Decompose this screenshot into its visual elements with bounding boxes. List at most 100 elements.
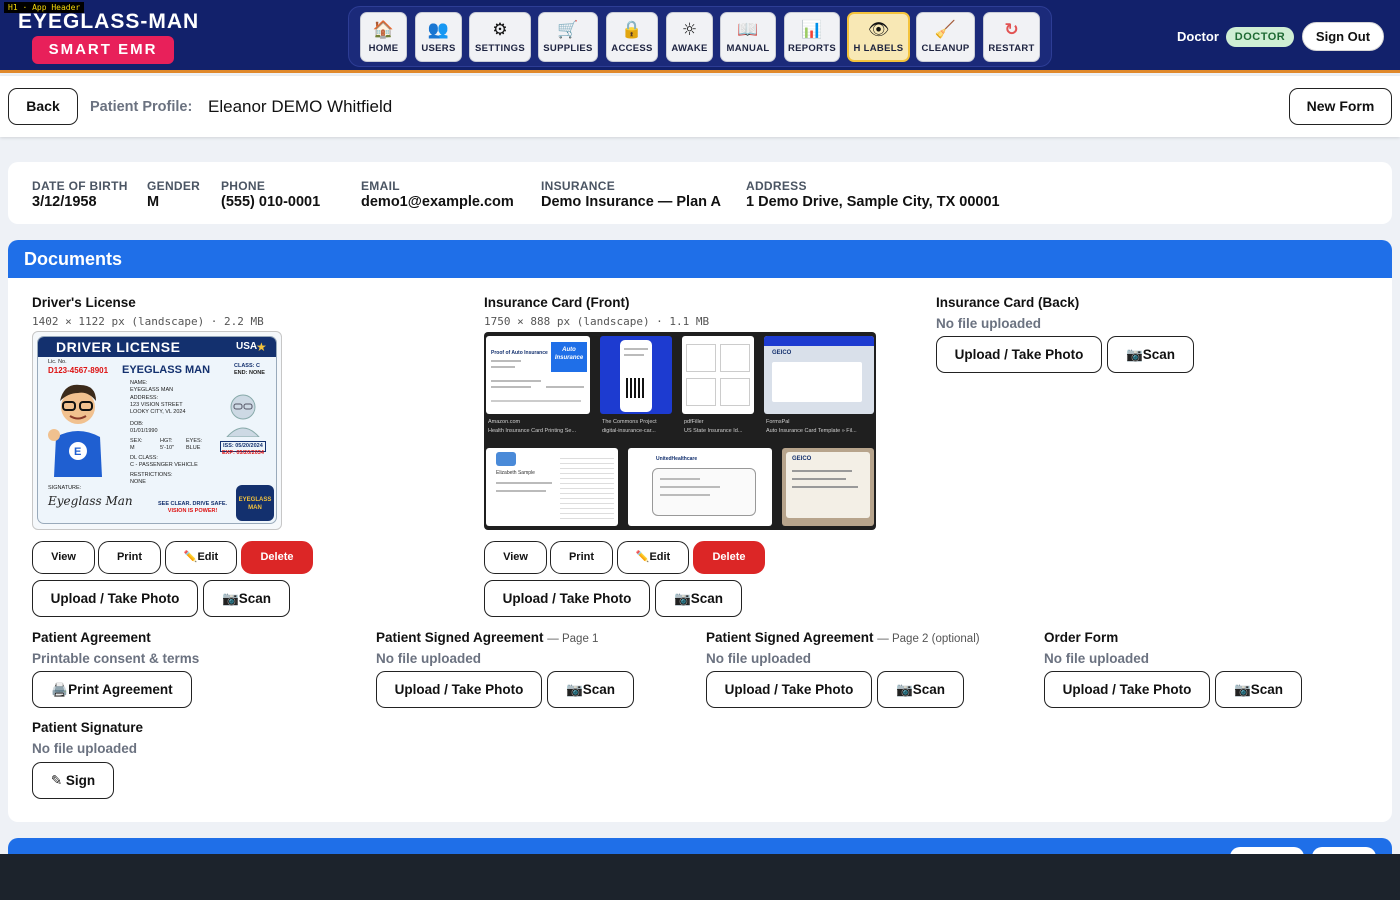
sign-out-button[interactable]: Sign Out (1302, 22, 1384, 51)
signed-page1-status: No file uploaded (376, 651, 482, 666)
slogan-line-2: VISION IS POWER! (167, 508, 218, 514)
nav-home-button[interactable]: 🏠 HOME (360, 12, 407, 62)
tile-line (496, 490, 546, 492)
signed-page1-subtitle: — Page 1 (547, 633, 599, 645)
hgt-label: HGT: (160, 438, 173, 444)
profile-bar: Back Patient Profile: Eleanor DEMO Whitf… (0, 76, 1400, 137)
phone-field: PHONE (555) 010-0001 (221, 179, 320, 210)
card-outline (686, 378, 716, 406)
demographics-card: DATE OF BIRTH 3/12/1958 GENDER M PHONE (… (8, 162, 1392, 224)
back-button[interactable]: Back (8, 88, 78, 125)
documents-header: Documents (8, 240, 1392, 278)
nav-label: MANUAL (726, 42, 770, 54)
license-slogan: SEE CLEAR. DRIVE SAFE. VISION IS POWER! (158, 501, 227, 515)
table-image (560, 454, 614, 520)
name-value: EYEGLASS MAN (130, 387, 174, 393)
dl-view-button[interactable]: View (32, 541, 95, 574)
new-form-button[interactable]: New Form (1289, 88, 1392, 125)
ins-front-view-button[interactable]: View (484, 541, 547, 574)
nav-cleanup-button[interactable]: 🧹 CLEANUP (916, 12, 975, 62)
caption-title: Health Insurance Card Printing Se... (488, 428, 577, 434)
brand-title: EYEGLASS-MAN (18, 10, 200, 33)
order-form-status: No file uploaded (1044, 651, 1150, 666)
tile-auto-text: Auto Insurance (551, 342, 587, 372)
field-label: DATE OF BIRTH (32, 179, 128, 193)
email-field: EMAIL demo1@example.com (361, 179, 514, 210)
tile-line (624, 354, 644, 356)
insurance-tile-geico: GEICO (764, 336, 874, 414)
tile-line (792, 470, 852, 472)
bottom-panel (0, 854, 1400, 900)
dl-edit-button[interactable]: ✏️Edit (165, 541, 237, 574)
nav-manual-button[interactable]: 📖 MANUAL (720, 12, 776, 62)
lic-no-value: D123-4567-8901 (48, 366, 109, 375)
patient-signature-title: Patient Signature (32, 720, 144, 735)
signed-page2-scan-button[interactable]: 📷Scan (877, 671, 964, 708)
license-header-text: DRIVER LICENSE (56, 339, 181, 355)
license-country: USA (236, 341, 258, 352)
nav-label: AWAKE (671, 42, 708, 54)
ins-front-print-button[interactable]: Print (550, 541, 613, 574)
patient-signature-status: No file uploaded (32, 741, 138, 756)
signed-page1-upload-button[interactable]: Upload / Take Photo (376, 671, 542, 708)
nav-awake-button[interactable]: ☼ AWAKE (666, 12, 713, 62)
signed-page2-title: Patient Signed Agreement — Page 2 (optio… (706, 630, 980, 645)
ins-front-upload-button[interactable]: Upload / Take Photo (484, 580, 650, 617)
nav-supplies-button[interactable]: 🛒 SUPPLIES (538, 12, 598, 62)
nav-label: ACCESS (611, 42, 653, 54)
signature-image: Eyeglass Man (48, 494, 133, 508)
caption-title: digital-insurance-car... (602, 428, 656, 434)
field-value: 1 Demo Drive, Sample City, TX 00001 (746, 194, 1000, 210)
dl-upload-button[interactable]: Upload / Take Photo (32, 580, 198, 617)
dl-class-value: C - PASSENGER VEHICLE (130, 462, 198, 468)
dl-scan-button[interactable]: 📷Scan (203, 580, 290, 617)
patient-agreement-title: Patient Agreement (32, 630, 151, 645)
caption-title: Auto Insurance Card Template » Fil... (766, 428, 857, 434)
print-agreement-button[interactable]: 🖨️Print Agreement (32, 671, 192, 708)
dl-delete-button[interactable]: Delete (241, 541, 313, 574)
app-header: H1 · App Header EYEGLASS-MAN SMART EMR 🏠… (0, 0, 1400, 73)
ins-front-scan-button[interactable]: 📷Scan (655, 580, 742, 617)
nav-hlabels-button[interactable]: 👁 H LABELS (847, 12, 910, 62)
eyeglass-man-logo: EYEGLASS MAN (236, 485, 274, 521)
patient-agreement-status: Printable consent & terms (32, 651, 200, 666)
dob-label: DOB: (130, 421, 144, 427)
nav-label: RESTART (988, 42, 1035, 54)
tile-proof-text: Proof of Auto Insurance (491, 350, 548, 356)
nav-settings-button[interactable]: ⚙ SETTINGS (469, 12, 531, 62)
signed-page1-scan-button[interactable]: 📷Scan (547, 671, 634, 708)
tile-line (491, 386, 531, 388)
signed-page2-title-text: Patient Signed Agreement (706, 630, 874, 645)
insurance-front-meta: 1750 × 888 px (landscape) · 1.1 MB (484, 315, 710, 328)
ins-back-upload-button[interactable]: Upload / Take Photo (936, 336, 1102, 373)
signed-page2-upload-button[interactable]: Upload / Take Photo (706, 671, 872, 708)
signed-page1-title-text: Patient Signed Agreement (376, 630, 544, 645)
ins-back-scan-button[interactable]: 📷Scan (1107, 336, 1194, 373)
role-badge: DOCTOR (1226, 27, 1294, 47)
caption-source: The Commons Project (602, 419, 657, 425)
insurance-front-thumbnail[interactable]: Proof of Auto Insurance Auto Insurance G… (484, 332, 876, 530)
nav-reports-button[interactable]: 📊 REPORTS (784, 12, 840, 62)
drivers-license-title: Driver's License (32, 295, 136, 310)
drivers-license-thumbnail[interactable]: DRIVER LICENSE USA ★ Lic. No. D123-4567-… (32, 331, 282, 530)
sign-button[interactable]: ✎ Sign (32, 762, 114, 799)
field-label: INSURANCE (541, 179, 616, 193)
tile-line (546, 386, 584, 388)
nav-restart-button[interactable]: ↻ RESTART (983, 12, 1040, 62)
ins-front-edit-button[interactable]: ✏️Edit (617, 541, 689, 574)
dl-print-button[interactable]: Print (98, 541, 161, 574)
caption-source: FormsPal (766, 419, 790, 425)
lock-icon: 🔒 (621, 19, 643, 40)
signed-page1-title: Patient Signed Agreement — Page 1 (376, 630, 598, 645)
tile-geico-text: GEICO (792, 456, 812, 462)
nav-users-button[interactable]: 👥 USERS (415, 12, 462, 62)
order-form-scan-button[interactable]: 📷Scan (1215, 671, 1302, 708)
patient-name: Eleanor DEMO Whitfield (208, 97, 393, 116)
superhero-avatar-icon: E (48, 384, 102, 477)
nav-label: REPORTS (787, 42, 837, 54)
nav-access-button[interactable]: 🔒 ACCESS (606, 12, 658, 62)
dob-field: DATE OF BIRTH 3/12/1958 (32, 179, 128, 210)
order-form-upload-button[interactable]: Upload / Take Photo (1044, 671, 1210, 708)
ins-front-delete-button[interactable]: Delete (693, 541, 765, 574)
field-label: GENDER (147, 179, 201, 193)
